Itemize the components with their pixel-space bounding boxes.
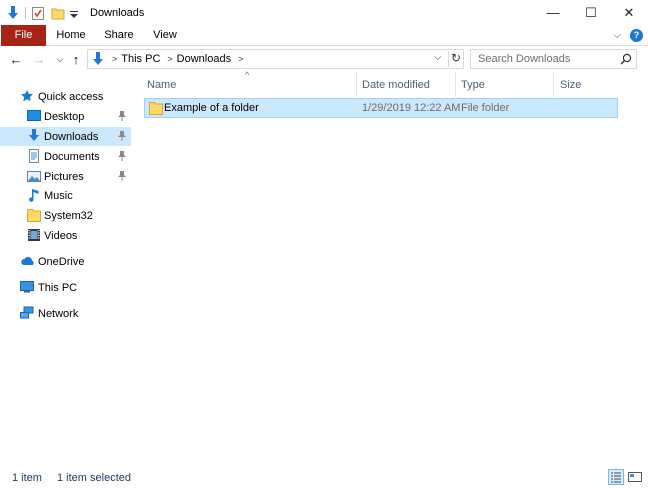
details-view-button[interactable] (608, 469, 624, 485)
nav-music[interactable]: Music (0, 186, 131, 205)
nav-downloads[interactable]: Downloads (0, 127, 131, 146)
address-dropdown-button[interactable]: ⌵ (434, 52, 442, 63)
nav-quick-access[interactable]: Quick access (0, 87, 131, 106)
nav-label: Videos (44, 229, 78, 242)
network-icon (20, 306, 34, 320)
breadcrumb-chevron-icon[interactable]: > (167, 54, 172, 64)
status-bar: 1 item 1 item selected (0, 466, 648, 488)
nav-label: Desktop (44, 110, 85, 123)
navigation-bar: ← → ⌵ ↑ > This PC > Downloads > ⌵ ↻ (0, 47, 648, 71)
star-icon (20, 89, 34, 103)
nav-desktop[interactable]: Desktop (0, 107, 131, 126)
window-title: Downloads (90, 7, 145, 19)
column-divider[interactable] (455, 72, 456, 97)
breadcrumb-chevron-icon[interactable]: > (112, 54, 117, 64)
nav-this-pc[interactable]: This PC (0, 278, 131, 297)
large-icons-view-button[interactable] (627, 469, 643, 485)
navigation-pane: Quick access Desktop Downloads Documents… (0, 78, 133, 466)
pin-icon[interactable] (117, 130, 127, 142)
nav-label: Pictures (44, 170, 84, 183)
tab-home[interactable]: Home (50, 25, 92, 46)
nav-pictures[interactable]: Pictures (0, 167, 131, 186)
tab-share[interactable]: Share (99, 25, 139, 46)
address-divider (448, 51, 449, 67)
column-divider[interactable] (553, 72, 554, 97)
ribbon-tabs: File Home Share View ⌵ ? (0, 25, 648, 46)
file-date-modified: 1/29/2019 12:22 AM (362, 102, 461, 114)
column-header-type[interactable]: Type (461, 75, 485, 96)
nav-label: Quick access (38, 90, 104, 103)
nav-label: Documents (44, 150, 100, 163)
desktop-icon (27, 109, 41, 123)
pin-icon[interactable] (117, 150, 127, 162)
pin-icon[interactable] (117, 110, 127, 122)
documents-icon (27, 149, 41, 163)
help-button[interactable]: ? (630, 29, 643, 42)
status-selected-count: 1 item selected (57, 472, 131, 484)
tab-file[interactable]: File (1, 25, 46, 46)
videos-icon (27, 228, 41, 242)
onedrive-icon (20, 255, 36, 269)
sort-indicator-icon: ^ (245, 70, 250, 80)
help-icon: ? (633, 30, 640, 40)
properties-icon[interactable] (31, 5, 45, 21)
search-input[interactable] (471, 50, 611, 68)
nav-label: This PC (38, 281, 78, 294)
column-header-date-modified[interactable]: Date modified (362, 75, 430, 96)
back-button[interactable]: ← (8, 51, 24, 67)
file-list-row[interactable]: Example of a folder 1/29/2019 12:22 AM F… (144, 98, 618, 118)
minimize-button[interactable]: — (534, 0, 572, 25)
close-button[interactable]: ✕ (610, 0, 648, 25)
nav-onedrive[interactable]: OneDrive (0, 252, 131, 271)
nav-documents[interactable]: Documents (0, 147, 131, 166)
nav-system32[interactable]: System32 (0, 206, 131, 225)
music-icon (27, 188, 41, 202)
nav-label: Network (38, 307, 79, 320)
recent-locations-button[interactable]: ⌵ (52, 51, 68, 67)
maximize-button[interactable]: ☐ (572, 0, 610, 25)
folder-icon (27, 208, 41, 222)
expand-ribbon-button[interactable]: ⌵ (610, 25, 624, 46)
forward-button[interactable]: → (31, 51, 47, 67)
breadcrumb-chevron-icon[interactable]: > (238, 54, 243, 64)
address-bar[interactable]: > This PC > Downloads > ⌵ ↻ (87, 49, 464, 69)
customize-toolbar-icon[interactable] (69, 5, 79, 21)
refresh-button[interactable]: ↻ (451, 51, 461, 65)
download-icon (27, 129, 41, 143)
nav-label: Music (44, 189, 73, 202)
this-pc-icon (20, 280, 34, 294)
quick-access-toolbar (6, 3, 79, 23)
file-type: File folder (461, 102, 510, 114)
nav-label: System32 (44, 209, 93, 222)
column-header-name[interactable]: Name (147, 75, 176, 96)
download-arrow-icon[interactable] (6, 5, 20, 21)
folder-icon (149, 101, 163, 115)
download-location-icon (91, 51, 105, 67)
pin-icon[interactable] (117, 170, 127, 182)
pictures-icon (27, 169, 41, 183)
column-header-size[interactable]: Size (560, 75, 581, 96)
up-button[interactable]: ↑ (68, 51, 84, 67)
status-item-count: 1 item (12, 472, 42, 484)
breadcrumb-downloads[interactable]: Downloads (177, 53, 231, 65)
title-bar: Downloads — ☐ ✕ (0, 0, 648, 25)
file-name[interactable]: Example of a folder (164, 102, 259, 114)
nav-network[interactable]: Network (0, 304, 131, 323)
search-icon[interactable] (620, 53, 632, 65)
nav-label: Downloads (44, 130, 99, 143)
search-box[interactable] (470, 49, 637, 69)
nav-label: OneDrive (38, 255, 85, 268)
new-folder-icon[interactable] (50, 5, 66, 21)
breadcrumb-this-pc[interactable]: This PC (121, 53, 160, 65)
toolbar-separator (25, 7, 26, 19)
column-divider[interactable] (356, 72, 357, 97)
tab-view[interactable]: View (146, 25, 184, 46)
nav-videos[interactable]: Videos (0, 226, 131, 245)
